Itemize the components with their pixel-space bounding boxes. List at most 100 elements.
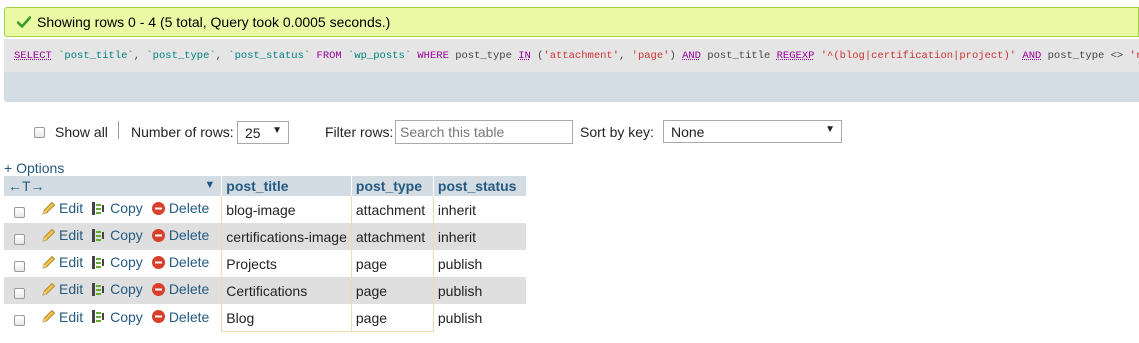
sql-token: FROM (316, 49, 342, 62)
sql-token: , (215, 49, 229, 62)
copy-icon (91, 201, 107, 216)
show-all-label: Show all (55, 124, 108, 140)
row-actions-cell: Edit Copy Delete (4, 304, 222, 332)
filter-rows-input[interactable]: Search this table (395, 120, 573, 144)
row-actions-cell: Edit Copy Delete (4, 250, 222, 277)
row-checkbox[interactable] (14, 233, 25, 245)
divider (118, 121, 119, 139)
sql-token: 'revision' (1129, 49, 1139, 62)
edit-button[interactable]: Edit (41, 309, 83, 325)
sql-token: REGEXP (776, 49, 815, 62)
show-all-control[interactable]: Show all (34, 117, 108, 147)
row-checkbox[interactable] (14, 260, 25, 272)
results-panel: Showing rows 0 - 4 (5 total, Query took … (0, 0, 1139, 343)
sql-token: AND (682, 49, 701, 62)
edit-button[interactable]: Edit (41, 254, 83, 270)
column-header-post-status[interactable]: post_status (433, 176, 527, 196)
row-actions-cell: Edit Copy Delete (4, 277, 222, 304)
checkmark-icon (17, 16, 31, 28)
delete-button[interactable]: Delete (151, 227, 209, 243)
sort-down-icon[interactable]: ▼ (204, 179, 215, 191)
copy-button[interactable]: Copy (91, 227, 143, 243)
sql-token: 'page' (631, 49, 670, 62)
column-move-arrows[interactable]: ←T→ (8, 178, 45, 194)
cell-post-title[interactable]: Projects (221, 250, 352, 277)
copy-button[interactable]: Copy (91, 281, 143, 297)
edit-button[interactable]: Edit (41, 200, 83, 216)
cell-post-type[interactable]: attachment (350, 223, 434, 250)
copy-button[interactable]: Copy (91, 254, 143, 270)
table-row[interactable]: Edit Copy Delete certifications-image attach… (4, 223, 527, 250)
cell-post-status[interactable]: inherit (433, 196, 527, 223)
table-header-row: ←T→ ▼ post_title post_type post_status (4, 176, 527, 196)
pencil-icon (41, 201, 56, 216)
sql-token: post_type (448, 49, 519, 62)
sql-token: WHERE (417, 49, 449, 62)
cell-post-type[interactable]: page (350, 304, 434, 332)
sort-by-key-select[interactable]: None ▼ (663, 120, 842, 143)
cell-post-status[interactable]: publish (433, 277, 527, 304)
sql-token: ( (530, 49, 544, 62)
number-of-rows-label: Number of rows: (131, 124, 234, 140)
copy-icon (91, 228, 107, 243)
delete-icon (151, 309, 166, 324)
table-row[interactable]: Edit Copy Delete Blog page publish (4, 304, 527, 332)
copy-button[interactable]: Copy (91, 200, 143, 216)
cell-post-title[interactable]: Blog (221, 304, 352, 332)
sql-token: `post_type` (146, 49, 216, 62)
cell-post-type[interactable]: page (350, 250, 434, 277)
show-all-checkbox[interactable] (34, 126, 45, 138)
cell-post-title[interactable]: blog-image (221, 196, 352, 223)
sql-token: AND (1022, 49, 1042, 62)
table-navigation: Show all Number of rows: 25 ▼ Filter row… (0, 117, 1139, 147)
row-actions-cell: Edit Copy Delete (4, 223, 222, 250)
cell-post-type[interactable]: page (350, 277, 434, 304)
results-table: ←T→ ▼ post_title post_type post_status E… (4, 176, 527, 332)
copy-icon (91, 282, 107, 297)
cell-post-title[interactable]: Certifications (221, 277, 352, 304)
column-header-post-title[interactable]: post_title (221, 176, 352, 196)
pencil-icon (41, 309, 56, 324)
sql-token: , (619, 49, 632, 62)
cell-post-type[interactable]: attachment (350, 196, 434, 223)
delete-button[interactable]: Delete (151, 309, 209, 325)
cell-post-title[interactable]: certifications-image (221, 223, 352, 250)
edit-button[interactable]: Edit (41, 227, 83, 243)
table-row[interactable]: Edit Copy Delete Certifications page publish (4, 277, 527, 304)
number-of-rows-select[interactable]: 25 ▼ (237, 121, 289, 144)
row-checkbox[interactable] (14, 206, 25, 218)
pencil-icon (41, 255, 56, 270)
sql-token: post_type <> (1041, 49, 1130, 62)
sql-token: , (133, 49, 147, 62)
sql-token: post_title (700, 49, 777, 62)
column-header-post-type[interactable]: post_type (351, 176, 434, 196)
edit-button[interactable]: Edit (41, 281, 83, 297)
sql-token: `wp_posts` (348, 49, 412, 62)
options-link[interactable]: + Options (4, 160, 64, 176)
copy-button[interactable]: Copy (91, 309, 143, 325)
row-actions-cell: Edit Copy Delete (4, 196, 222, 223)
table-row[interactable]: Edit Copy Delete blog-image attachment inheri… (4, 196, 527, 223)
table-row[interactable]: Edit Copy Delete Projects page publish (4, 250, 527, 277)
cell-post-status[interactable]: publish (433, 304, 527, 332)
delete-icon (151, 255, 166, 270)
delete-button[interactable]: Delete (151, 281, 209, 297)
sort-by-key-label: Sort by key: (580, 124, 654, 140)
delete-icon (151, 282, 166, 297)
sql-token: `post_status` (228, 49, 311, 62)
cell-post-status[interactable]: publish (433, 250, 527, 277)
dropdown-arrow-icon: ▼ (272, 125, 282, 136)
sql-token: ) (669, 49, 683, 62)
sql-query-display[interactable]: SELECT `post_title`, `post_type`, `post_… (4, 39, 1139, 72)
cell-post-status[interactable]: inherit (433, 223, 527, 250)
dropdown-arrow-icon: ▼ (825, 124, 835, 135)
column-arrows-header: ←T→ ▼ (4, 176, 223, 196)
sql-token: SELECT (14, 49, 52, 62)
row-checkbox[interactable] (14, 314, 25, 326)
sql-token: 'attachment' (543, 49, 620, 62)
delete-button[interactable]: Delete (151, 200, 209, 216)
delete-icon (151, 201, 166, 216)
row-checkbox[interactable] (14, 287, 25, 299)
sql-query-toolbar (4, 72, 1139, 102)
delete-button[interactable]: Delete (151, 254, 209, 270)
